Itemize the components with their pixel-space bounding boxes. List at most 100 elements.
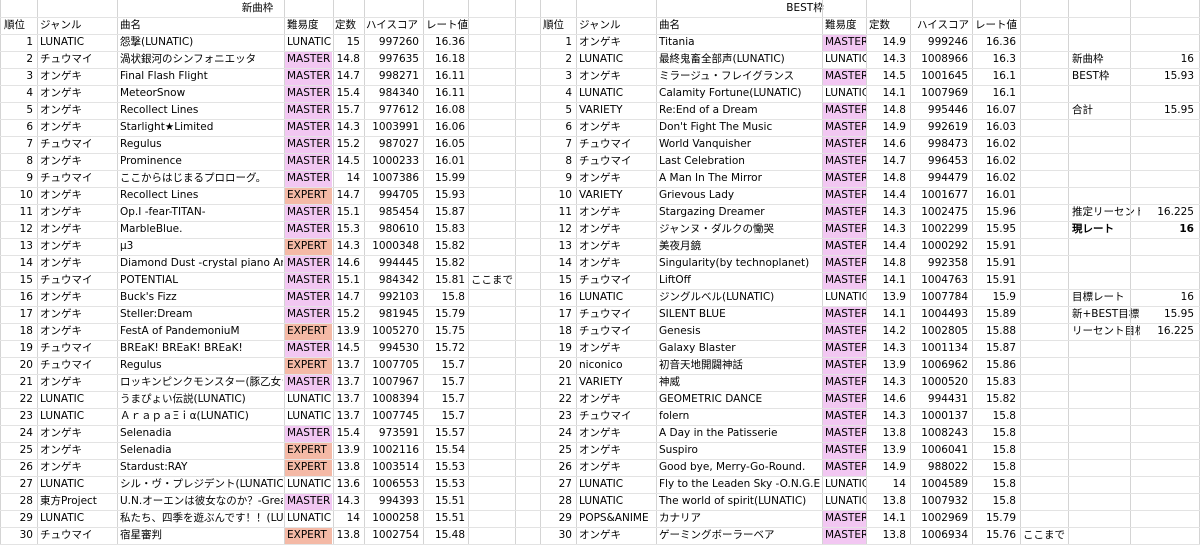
best-note-cell[interactable] bbox=[1021, 102, 1067, 119]
best-genre-cell[interactable]: オンゲキ bbox=[577, 459, 655, 476]
best-note-cell[interactable] bbox=[1021, 493, 1067, 510]
new-genre-cell[interactable]: チュウマイ bbox=[38, 272, 116, 289]
new-genre-cell[interactable]: チュウマイ bbox=[38, 357, 116, 374]
new-song-cell[interactable]: Recollect Lines bbox=[118, 102, 283, 119]
best-score-cell[interactable]: 1000520 bbox=[911, 374, 971, 391]
new-genre-cell[interactable]: オンゲキ bbox=[38, 153, 116, 170]
new-diff-cell[interactable]: MASTER bbox=[285, 374, 332, 391]
new-diff-cell[interactable]: MASTER bbox=[285, 272, 332, 289]
best-song-cell[interactable]: Don't Fight The Music bbox=[657, 119, 821, 136]
new-rate-cell[interactable]: 15.7 bbox=[424, 374, 468, 391]
summary-value-cell[interactable] bbox=[1131, 136, 1197, 153]
new-note-cell[interactable] bbox=[469, 255, 515, 272]
new-diff-cell[interactable]: MASTER bbox=[285, 493, 332, 510]
best-const-cell[interactable]: 14.3 bbox=[867, 204, 909, 221]
new-const-cell[interactable]: 13.8 bbox=[333, 459, 363, 476]
new-note-cell[interactable] bbox=[469, 119, 515, 136]
new-rank-cell[interactable]: 1 bbox=[2, 34, 36, 51]
new-const-cell[interactable]: 14.5 bbox=[333, 153, 363, 170]
new-genre-cell[interactable]: オンゲキ bbox=[38, 442, 116, 459]
new-genre-cell[interactable]: オンゲキ bbox=[38, 255, 116, 272]
best-rank-cell[interactable]: 6 bbox=[541, 119, 575, 136]
best-rate-cell[interactable]: 15.9 bbox=[973, 289, 1019, 306]
new-diff-cell[interactable]: MASTER bbox=[285, 289, 332, 306]
best-score-cell[interactable]: 1002969 bbox=[911, 510, 971, 527]
new-diff-cell[interactable]: LUNATIC bbox=[285, 391, 332, 408]
new-rank-cell[interactable]: 9 bbox=[2, 170, 36, 187]
best-genre-cell[interactable]: LUNATIC bbox=[577, 289, 655, 306]
best-note-cell[interactable] bbox=[1021, 306, 1067, 323]
new-rate-cell[interactable]: 16.11 bbox=[424, 68, 468, 85]
new-rank-cell[interactable]: 11 bbox=[2, 204, 36, 221]
best-rate-cell[interactable]: 15.88 bbox=[973, 323, 1019, 340]
best-score-cell[interactable]: 1000292 bbox=[911, 238, 971, 255]
new-rank-cell[interactable]: 13 bbox=[2, 238, 36, 255]
best-song-cell[interactable]: ミラージュ・フレイグランス bbox=[657, 68, 821, 85]
best-note-cell[interactable] bbox=[1021, 170, 1067, 187]
summary-value-cell[interactable] bbox=[1131, 34, 1197, 51]
header-constant[interactable]: 定数 bbox=[333, 17, 363, 34]
best-diff-cell[interactable]: MASTER bbox=[823, 340, 866, 357]
best-song-cell[interactable]: Galaxy Blaster bbox=[657, 340, 821, 357]
new-genre-cell[interactable]: オンゲキ bbox=[38, 374, 116, 391]
new-song-cell[interactable]: 私たち、四季を遊ぶんです！！(LUNA bbox=[118, 510, 283, 527]
new-score-cell[interactable]: 984342 bbox=[364, 272, 422, 289]
new-score-cell[interactable]: 1003991 bbox=[364, 119, 422, 136]
best-const-cell[interactable]: 14.2 bbox=[867, 323, 909, 340]
new-genre-cell[interactable]: LUNATIC bbox=[38, 476, 116, 493]
best-song-cell[interactable]: 美夜月鏡 bbox=[657, 238, 821, 255]
new-genre-cell[interactable]: オンゲキ bbox=[38, 102, 116, 119]
new-note-cell[interactable] bbox=[469, 442, 515, 459]
best-diff-cell[interactable]: MASTER bbox=[823, 102, 866, 119]
new-rate-cell[interactable]: 15.79 bbox=[424, 306, 468, 323]
best-song-cell[interactable]: Genesis bbox=[657, 323, 821, 340]
best-song-cell[interactable]: カナリア bbox=[657, 510, 821, 527]
best-note-cell[interactable] bbox=[1021, 153, 1067, 170]
new-genre-cell[interactable]: オンゲキ bbox=[38, 119, 116, 136]
new-score-cell[interactable]: 973591 bbox=[364, 425, 422, 442]
best-rate-cell[interactable]: 15.91 bbox=[973, 255, 1019, 272]
new-rate-cell[interactable]: 15.93 bbox=[424, 187, 468, 204]
new-song-cell[interactable]: Starlight★Limited bbox=[118, 119, 283, 136]
new-diff-cell[interactable]: MASTER bbox=[285, 68, 332, 85]
new-diff-cell[interactable]: MASTER bbox=[285, 136, 332, 153]
new-rate-cell[interactable]: 15.8 bbox=[424, 289, 468, 306]
best-score-cell[interactable]: 1007969 bbox=[911, 85, 971, 102]
best-rate-cell[interactable]: 15.95 bbox=[973, 221, 1019, 238]
new-note-cell[interactable] bbox=[469, 153, 515, 170]
best-const-cell[interactable]: 14.6 bbox=[867, 136, 909, 153]
best-rate-cell[interactable]: 15.8 bbox=[973, 408, 1019, 425]
best-rank-cell[interactable]: 28 bbox=[541, 493, 575, 510]
best-score-cell[interactable]: 1007932 bbox=[911, 493, 971, 510]
new-rate-cell[interactable]: 16.01 bbox=[424, 153, 468, 170]
new-rate-cell[interactable]: 15.53 bbox=[424, 476, 468, 493]
best-const-cell[interactable]: 14.8 bbox=[867, 102, 909, 119]
new-note-cell[interactable] bbox=[469, 204, 515, 221]
new-const-cell[interactable]: 13.9 bbox=[333, 323, 363, 340]
best-genre-cell[interactable]: オンゲキ bbox=[577, 204, 655, 221]
new-rate-cell[interactable]: 15.7 bbox=[424, 408, 468, 425]
best-header-genre[interactable]: ジャンル bbox=[577, 17, 655, 34]
best-rate-cell[interactable]: 16.36 bbox=[973, 34, 1019, 51]
new-score-cell[interactable]: 994393 bbox=[364, 493, 422, 510]
best-const-cell[interactable]: 14.8 bbox=[867, 170, 909, 187]
new-const-cell[interactable]: 13.6 bbox=[333, 476, 363, 493]
new-score-cell[interactable]: 1000258 bbox=[364, 510, 422, 527]
best-song-cell[interactable]: A Man In The Mirror bbox=[657, 170, 821, 187]
best-diff-cell[interactable]: MASTER bbox=[823, 187, 866, 204]
best-header-song[interactable]: 曲名 bbox=[657, 17, 820, 34]
best-note-cell[interactable] bbox=[1021, 238, 1067, 255]
new-score-cell[interactable]: 1007745 bbox=[364, 408, 422, 425]
best-diff-cell[interactable]: LUNATIC bbox=[823, 493, 866, 510]
new-genre-cell[interactable]: LUNATIC bbox=[38, 510, 116, 527]
summary-value-cell[interactable]: 16 bbox=[1131, 51, 1197, 68]
summary-value-cell[interactable] bbox=[1131, 170, 1197, 187]
best-rank-cell[interactable]: 18 bbox=[541, 323, 575, 340]
best-score-cell[interactable]: 1006934 bbox=[911, 527, 971, 544]
best-genre-cell[interactable]: チュウマイ bbox=[577, 323, 655, 340]
new-diff-cell[interactable]: MASTER bbox=[285, 255, 332, 272]
best-rank-cell[interactable]: 11 bbox=[541, 204, 575, 221]
new-song-cell[interactable]: 渦状銀河のシンフォニエッタ bbox=[118, 51, 283, 68]
best-note-cell[interactable] bbox=[1021, 85, 1067, 102]
new-diff-cell[interactable]: MASTER bbox=[285, 102, 332, 119]
